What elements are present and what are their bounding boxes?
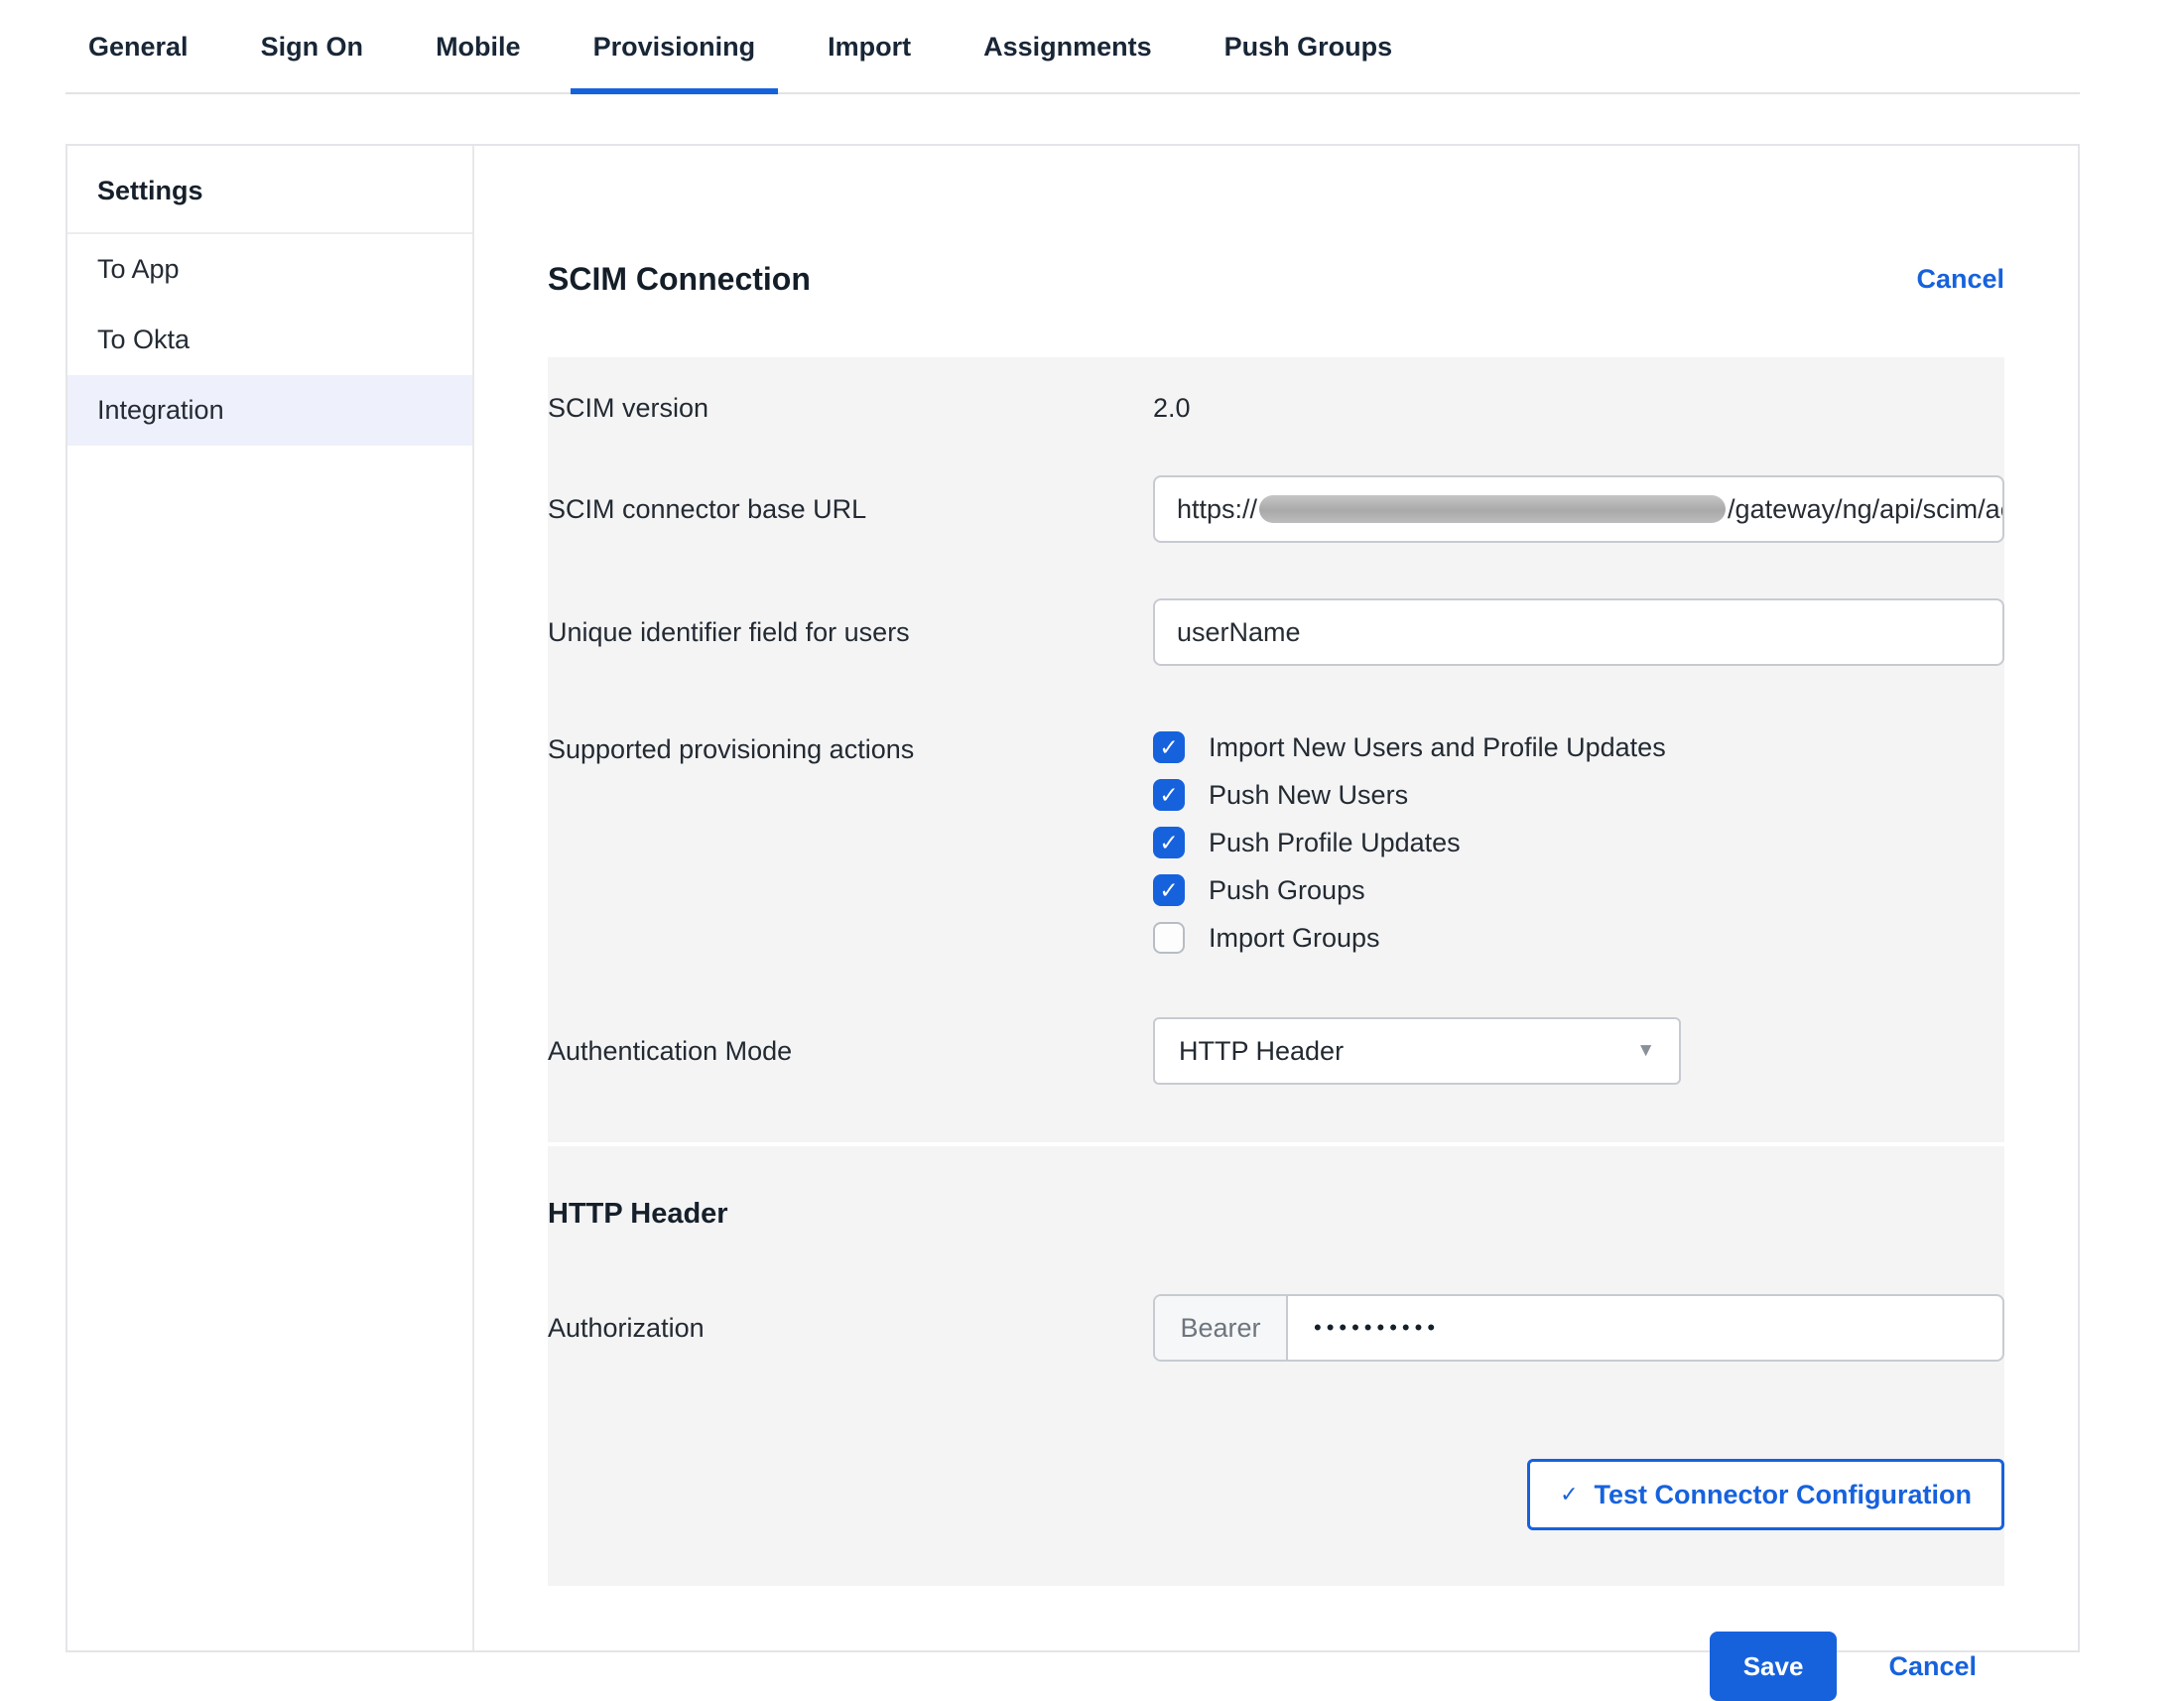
cancel-link-top[interactable]: Cancel (1916, 264, 2004, 295)
checkbox-row-push-new-users[interactable]: ✓ Push New Users (1153, 779, 2004, 811)
unique-identifier-label: Unique identifier field for users (548, 617, 1153, 648)
checkbox-import-groups[interactable] (1153, 922, 1185, 954)
tab-sign-on[interactable]: Sign On (238, 0, 387, 94)
checkbox-row-import-groups[interactable]: Import Groups (1153, 922, 2004, 954)
provisioning-card: Settings To App To Okta Integration SCIM… (65, 144, 2080, 1652)
tab-mobile[interactable]: Mobile (413, 0, 544, 94)
tab-import[interactable]: Import (805, 0, 934, 94)
checkbox-row-import-new-users[interactable]: ✓ Import New Users and Profile Updates (1153, 731, 2004, 763)
check-icon: ✓ (1159, 784, 1178, 807)
app-tab-bar: General Sign On Mobile Provisioning Impo… (65, 0, 2080, 94)
base-url-label: SCIM connector base URL (548, 494, 1153, 525)
scim-version-value: 2.0 (1153, 393, 2004, 424)
save-button[interactable]: Save (1710, 1632, 1838, 1701)
checkbox-row-push-groups[interactable]: ✓ Push Groups (1153, 874, 2004, 906)
provisioning-actions-row: Supported provisioning actions ✓ Import … (548, 731, 2004, 970)
checkbox-label: Import New Users and Profile Updates (1209, 732, 1666, 763)
checkbox-label: Push Profile Updates (1209, 828, 1461, 858)
checkbox-import-new-users[interactable]: ✓ (1153, 731, 1185, 763)
form-actions: Save Cancel (548, 1632, 2004, 1701)
checkbox-push-new-users[interactable]: ✓ (1153, 779, 1185, 811)
check-icon: ✓ (1159, 736, 1178, 759)
provisioning-actions-label: Supported provisioning actions (548, 734, 1153, 765)
bearer-prefix: Bearer (1155, 1296, 1288, 1360)
chevron-down-icon: ▼ (1636, 1040, 1655, 1062)
test-connector-row: ✓ Test Connector Configuration (548, 1459, 2004, 1530)
authorization-row: Authorization Bearer •••••••••• (548, 1294, 2004, 1362)
auth-mode-label: Authentication Mode (548, 1036, 1153, 1067)
sidebar-item-integration[interactable]: Integration (67, 375, 472, 446)
checkbox-label: Push New Users (1209, 780, 1408, 811)
scim-connection-form: SCIM version 2.0 SCIM connector base URL… (548, 357, 2004, 1142)
checkbox-label: Import Groups (1209, 923, 1380, 954)
authorization-input-group: Bearer •••••••••• (1153, 1294, 2004, 1362)
authorization-token-input[interactable]: •••••••••• (1288, 1296, 2002, 1360)
auth-mode-selected-value: HTTP Header (1179, 1036, 1344, 1067)
authorization-label: Authorization (548, 1313, 1153, 1344)
sidebar-heading: Settings (67, 146, 472, 234)
auth-mode-row: Authentication Mode HTTP Header ▼ (548, 1017, 2004, 1085)
test-connector-button[interactable]: ✓ Test Connector Configuration (1527, 1459, 2004, 1530)
unique-identifier-row: Unique identifier field for users userNa… (548, 598, 2004, 666)
checkbox-push-groups[interactable]: ✓ (1153, 874, 1185, 906)
check-icon: ✓ (1560, 1482, 1578, 1507)
base-url-visible-suffix: /gateway/ng/api/scim/acc (1728, 494, 2004, 525)
tab-provisioning[interactable]: Provisioning (571, 0, 779, 94)
base-url-input[interactable]: https:// /gateway/ng/api/scim/acc (1153, 475, 2004, 543)
cancel-button[interactable]: Cancel (1888, 1651, 1977, 1682)
settings-sidebar: Settings To App To Okta Integration (67, 146, 474, 1650)
test-connector-label: Test Connector Configuration (1595, 1480, 1972, 1510)
main-content: SCIM Connection Cancel SCIM version 2.0 … (474, 146, 2078, 1650)
http-header-section: HTTP Header Authorization Bearer •••••••… (548, 1146, 2004, 1586)
tab-assignments[interactable]: Assignments (961, 0, 1175, 94)
unique-identifier-input[interactable]: userName (1153, 598, 2004, 666)
sidebar-item-to-okta[interactable]: To Okta (67, 305, 472, 375)
sidebar-item-to-app[interactable]: To App (67, 234, 472, 305)
checkbox-label: Push Groups (1209, 875, 1365, 906)
base-url-visible-prefix: https:// (1177, 494, 1257, 525)
provisioning-actions-list: ✓ Import New Users and Profile Updates ✓… (1153, 731, 2004, 970)
unique-identifier-value: userName (1177, 617, 1301, 648)
auth-mode-select[interactable]: HTTP Header ▼ (1153, 1017, 1681, 1085)
tab-push-groups[interactable]: Push Groups (1202, 0, 1416, 94)
title-row: SCIM Connection Cancel (548, 261, 2004, 298)
check-icon: ✓ (1159, 879, 1178, 902)
check-icon: ✓ (1159, 832, 1178, 854)
scim-version-row: SCIM version 2.0 (548, 393, 2004, 424)
base-url-row: SCIM connector base URL https:// /gatewa… (548, 475, 2004, 543)
checkbox-row-push-profile-updates[interactable]: ✓ Push Profile Updates (1153, 827, 2004, 858)
http-header-heading: HTTP Header (548, 1198, 2004, 1231)
checkbox-push-profile-updates[interactable]: ✓ (1153, 827, 1185, 858)
redaction-bar (1259, 495, 1726, 523)
scim-version-label: SCIM version (548, 393, 1153, 424)
tab-general[interactable]: General (65, 0, 211, 94)
page-title: SCIM Connection (548, 261, 811, 298)
